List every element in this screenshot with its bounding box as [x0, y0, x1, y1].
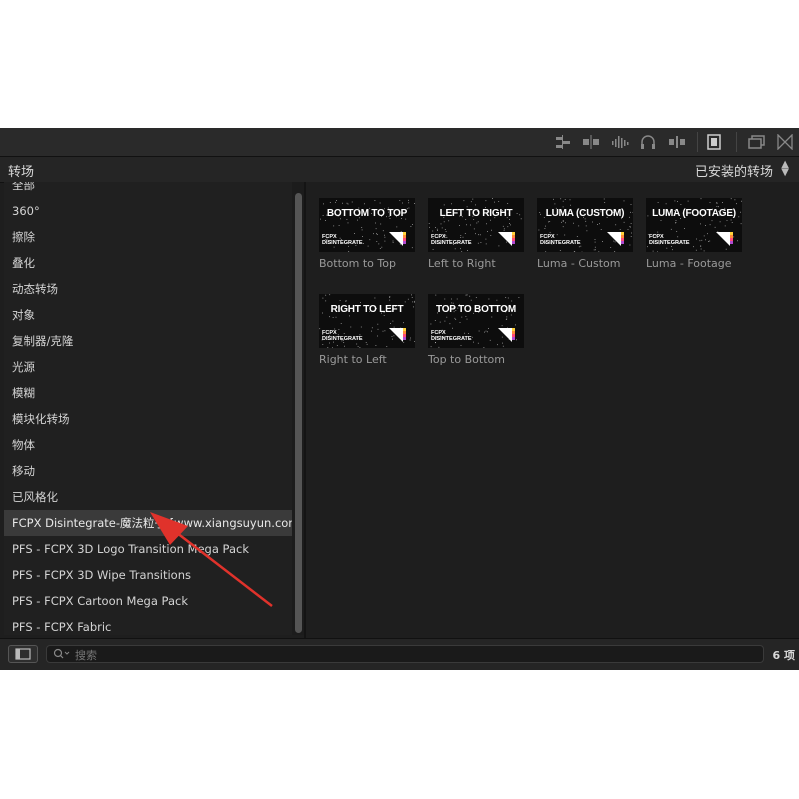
transition-thumbnail[interactable]: RIGHT TO LEFT FCPX DISINTEGRATE [319, 294, 415, 348]
browser-header: 转场 已安装的转场 ▲ ▼ [0, 156, 799, 183]
logo-line-2: DISINTEGRATE [649, 240, 690, 246]
clip-connect-icon[interactable] [554, 134, 572, 150]
transition-thumbnail[interactable]: BOTTOM TO TOP FCPX DISINTEGRATE [319, 198, 415, 252]
transition-label[interactable]: Bottom to Top [319, 257, 396, 270]
browser-footer: 搜索 6 项 [0, 638, 799, 670]
thumbnail-title: LUMA (CUSTOM) [545, 208, 625, 219]
clip-split-icon[interactable] [582, 134, 600, 150]
logo-line-2: DISINTEGRATE [322, 336, 363, 342]
sidebar-item[interactable]: PFS - FCPX 3D Logo Transition Mega Pack [4, 536, 292, 562]
transition-label[interactable]: Top to Bottom [428, 353, 505, 366]
logo-line-2: DISINTEGRATE [540, 240, 581, 246]
sidebar-item[interactable]: 模块化转场 [4, 406, 292, 432]
sidebar-toggle-icon [15, 648, 31, 660]
fcpx-disintegrate-logo: FCPX DISINTEGRATE [540, 234, 581, 246]
prism-logo-icon [389, 328, 406, 342]
sidebar-item[interactable]: 光源 [4, 354, 292, 380]
prism-logo-icon [607, 232, 624, 246]
fcpx-disintegrate-logo: FCPX DISINTEGRATE [322, 234, 363, 246]
fcpx-disintegrate-logo: FCPX DISINTEGRATE [431, 330, 472, 342]
transition-label[interactable]: Luma - Custom [537, 257, 620, 270]
transitions-browser-panel: 转场 已安装的转场 ▲ ▼ 全部 360° 擦除 叠化 动态转场 对象 复制器/克隆 光源 模糊模… [0, 128, 799, 670]
sidebar-item[interactable]: 动态转场 [4, 276, 292, 302]
audio-waveform-icon[interactable] [611, 134, 629, 150]
logo-line-2: DISINTEGRATE [431, 336, 472, 342]
thumbnail-title: LUMA (FOOTAGE) [652, 208, 736, 219]
headphones-icon[interactable] [639, 134, 657, 150]
sidebar-item[interactable]: 对象 [4, 302, 292, 328]
search-icon [53, 648, 70, 659]
sidebar-scrollbar-thumb[interactable] [295, 193, 302, 633]
sidebar-item[interactable]: 擦除 [4, 224, 292, 250]
window-icon[interactable] [748, 134, 766, 150]
sidebar-item[interactable]: PFS - FCPX Fabric [4, 614, 292, 635]
sidebar-item[interactable]: 全部 [4, 182, 292, 198]
prism-logo-icon [498, 232, 515, 246]
search-field[interactable]: 搜索 [46, 645, 764, 663]
transition-thumbnail[interactable]: LEFT TO RIGHT FCPX DISINTEGRATE [428, 198, 524, 252]
sidebar-item[interactable]: PFS - FCPX Cartoon Mega Pack [4, 588, 292, 614]
top-toolbar [0, 128, 799, 156]
thumbnail-title: BOTTOM TO TOP [326, 208, 408, 219]
logo-line-2: DISINTEGRATE [431, 240, 472, 246]
fcpx-disintegrate-logo: FCPX DISINTEGRATE [431, 234, 472, 246]
sidebar-item[interactable]: 已风格化 [4, 484, 292, 510]
sidebar-item[interactable]: 叠化 [4, 250, 292, 276]
thumbnail-title: TOP TO BOTTOM [435, 304, 516, 315]
trim-icon[interactable] [668, 134, 686, 150]
chevron-updown-icon[interactable]: ▲ ▼ [781, 160, 789, 178]
thumbnail-title: RIGHT TO LEFT [330, 304, 404, 315]
fcpx-disintegrate-logo: FCPX DISINTEGRATE [322, 330, 363, 342]
thumbnail-title: LEFT TO RIGHT [439, 208, 513, 219]
transition-label[interactable]: Left to Right [428, 257, 496, 270]
sidebar-item[interactable]: 360° [4, 198, 292, 224]
transitions-browser-icon[interactable] [776, 134, 794, 150]
sidebar-item[interactable]: 模糊 [4, 380, 292, 406]
sidebar-toggle-button[interactable] [8, 645, 38, 663]
transition-thumbnail[interactable]: TOP TO BOTTOM FCPX DISINTEGRATE [428, 294, 524, 348]
category-sidebar: 全部 360° 擦除 叠化 动态转场 对象 复制器/克隆 光源 模糊 模块化转场 物体 移动 已风格化 F… [4, 182, 292, 635]
transition-label[interactable]: Luma - Footage [646, 257, 732, 270]
item-count: 6 项 [772, 649, 795, 662]
browser-title: 转场 [8, 165, 35, 180]
prism-logo-icon [716, 232, 733, 246]
search-placeholder: 搜索 [75, 649, 97, 662]
sidebar-item[interactable]: 物体 [4, 432, 292, 458]
sidebar-item[interactable]: 移动 [4, 458, 292, 484]
filmstrip-icon[interactable] [705, 134, 723, 150]
transition-thumbnail[interactable]: LUMA (CUSTOM) FCPX DISINTEGRATE [537, 198, 633, 252]
sidebar-item[interactable]: FCPX Disintegrate-魔法粒子 [www.xiangsuyun.c… [4, 510, 292, 536]
transition-thumbnail[interactable]: LUMA (FOOTAGE) FCPX DISINTEGRATE [646, 198, 742, 252]
fcpx-disintegrate-logo: FCPX DISINTEGRATE [649, 234, 690, 246]
sidebar-item[interactable]: PFS - FCPX 3D Wipe Transitions [4, 562, 292, 588]
category-filter-dropdown[interactable]: 已安装的转场 [695, 161, 773, 180]
logo-line-2: DISINTEGRATE [322, 240, 363, 246]
sidebar-item[interactable]: 复制器/克隆 [4, 328, 292, 354]
transition-label[interactable]: Right to Left [319, 353, 387, 366]
prism-logo-icon [389, 232, 406, 246]
transitions-grid: BOTTOM TO TOP FCPX DISINTEGRATE Bottom to T… [306, 182, 799, 638]
prism-logo-icon [498, 328, 515, 342]
